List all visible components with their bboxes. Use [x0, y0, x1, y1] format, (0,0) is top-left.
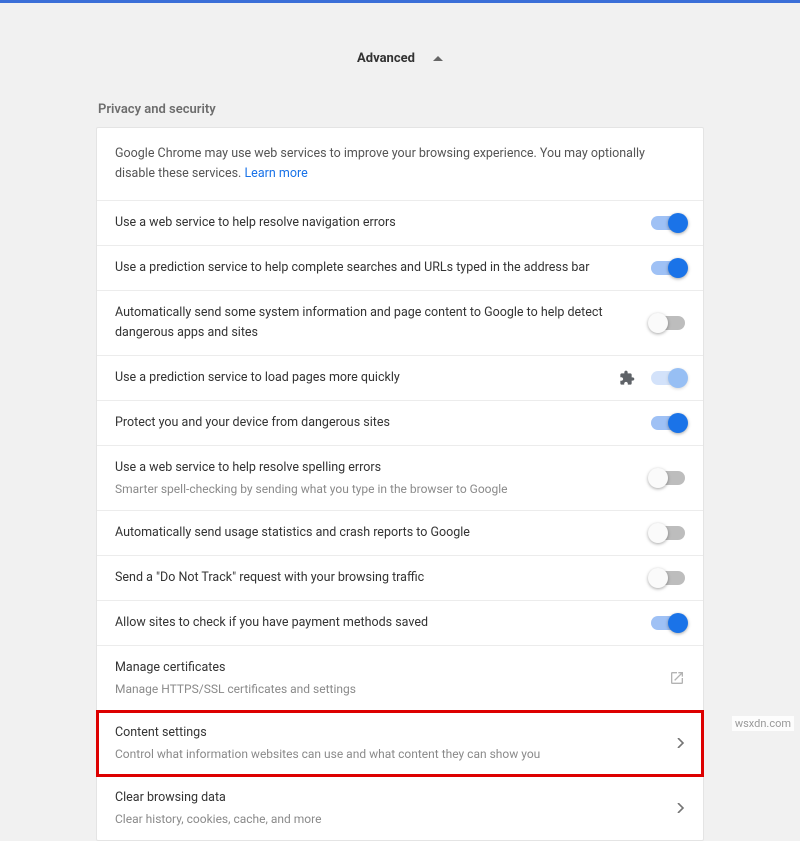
- privacy-card: Google Chrome may use web services to im…: [96, 127, 704, 841]
- toggle-spelling[interactable]: [651, 471, 685, 485]
- row-title: Use a prediction service to load pages m…: [115, 368, 619, 388]
- row-subtitle: Control what information websites can us…: [115, 745, 665, 763]
- row-title: Automatically send usage statistics and …: [115, 523, 651, 543]
- row-title: Use a prediction service to help complet…: [115, 258, 651, 278]
- chevron-right-icon: [677, 738, 685, 748]
- row-title: Use a web service to help resolve naviga…: [115, 213, 651, 233]
- chevron-right-icon: [677, 803, 685, 813]
- row-auto-send: Automatically send some system informati…: [97, 291, 703, 356]
- toggle-safe-browsing[interactable]: [651, 416, 685, 430]
- row-title: Content settings: [115, 723, 665, 743]
- row-subtitle: Smarter spell-checking by sending what y…: [115, 480, 651, 498]
- row-content-settings[interactable]: Content settings Control what informatio…: [97, 711, 703, 776]
- chevron-up-icon: [433, 56, 443, 62]
- advanced-label: Advanced: [357, 51, 415, 66]
- row-title: Clear browsing data: [115, 788, 665, 808]
- toggle-prediction[interactable]: [651, 261, 685, 275]
- toggle-usage-stats[interactable]: [651, 526, 685, 540]
- section-title-privacy: Privacy and security: [96, 102, 704, 117]
- toggle-auto-send[interactable]: [651, 316, 685, 330]
- learn-more-link[interactable]: Learn more: [244, 166, 307, 181]
- row-usage-stats: Automatically send usage statistics and …: [97, 511, 703, 556]
- row-title: Protect you and your device from dangero…: [115, 413, 651, 433]
- row-title: Allow sites to check if you have payment…: [115, 613, 651, 633]
- row-title: Send a "Do Not Track" request with your …: [115, 568, 651, 588]
- row-prediction: Use a prediction service to help complet…: [97, 246, 703, 291]
- row-manage-certificates[interactable]: Manage certificates Manage HTTPS/SSL cer…: [97, 646, 703, 711]
- row-nav-errors: Use a web service to help resolve naviga…: [97, 201, 703, 246]
- row-title: Automatically send some system informati…: [115, 303, 651, 343]
- row-spelling: Use a web service to help resolve spelli…: [97, 446, 703, 511]
- toggle-nav-errors[interactable]: [651, 216, 685, 230]
- row-subtitle: Clear history, cookies, cache, and more: [115, 810, 665, 828]
- advanced-toggle[interactable]: Advanced: [96, 51, 704, 66]
- external-link-icon: [669, 670, 685, 686]
- toggle-do-not-track[interactable]: [651, 571, 685, 585]
- row-preload: Use a prediction service to load pages m…: [97, 356, 703, 401]
- toggle-preload[interactable]: [651, 371, 685, 385]
- settings-advanced-container: Advanced Privacy and security Google Chr…: [96, 3, 704, 841]
- row-do-not-track: Send a "Do Not Track" request with your …: [97, 556, 703, 601]
- row-title: Manage certificates: [115, 658, 657, 678]
- row-subtitle: Manage HTTPS/SSL certificates and settin…: [115, 680, 657, 698]
- row-payment: Allow sites to check if you have payment…: [97, 601, 703, 646]
- row-safe-browsing: Protect you and your device from dangero…: [97, 401, 703, 446]
- watermark: wsxdn.com: [732, 716, 794, 731]
- privacy-intro: Google Chrome may use web services to im…: [97, 128, 703, 201]
- row-clear-browsing-data[interactable]: Clear browsing data Clear history, cooki…: [97, 776, 703, 840]
- row-title: Use a web service to help resolve spelli…: [115, 458, 651, 478]
- extension-icon: [619, 370, 635, 386]
- intro-text: Google Chrome may use web services to im…: [115, 146, 645, 181]
- toggle-payment[interactable]: [651, 616, 685, 630]
